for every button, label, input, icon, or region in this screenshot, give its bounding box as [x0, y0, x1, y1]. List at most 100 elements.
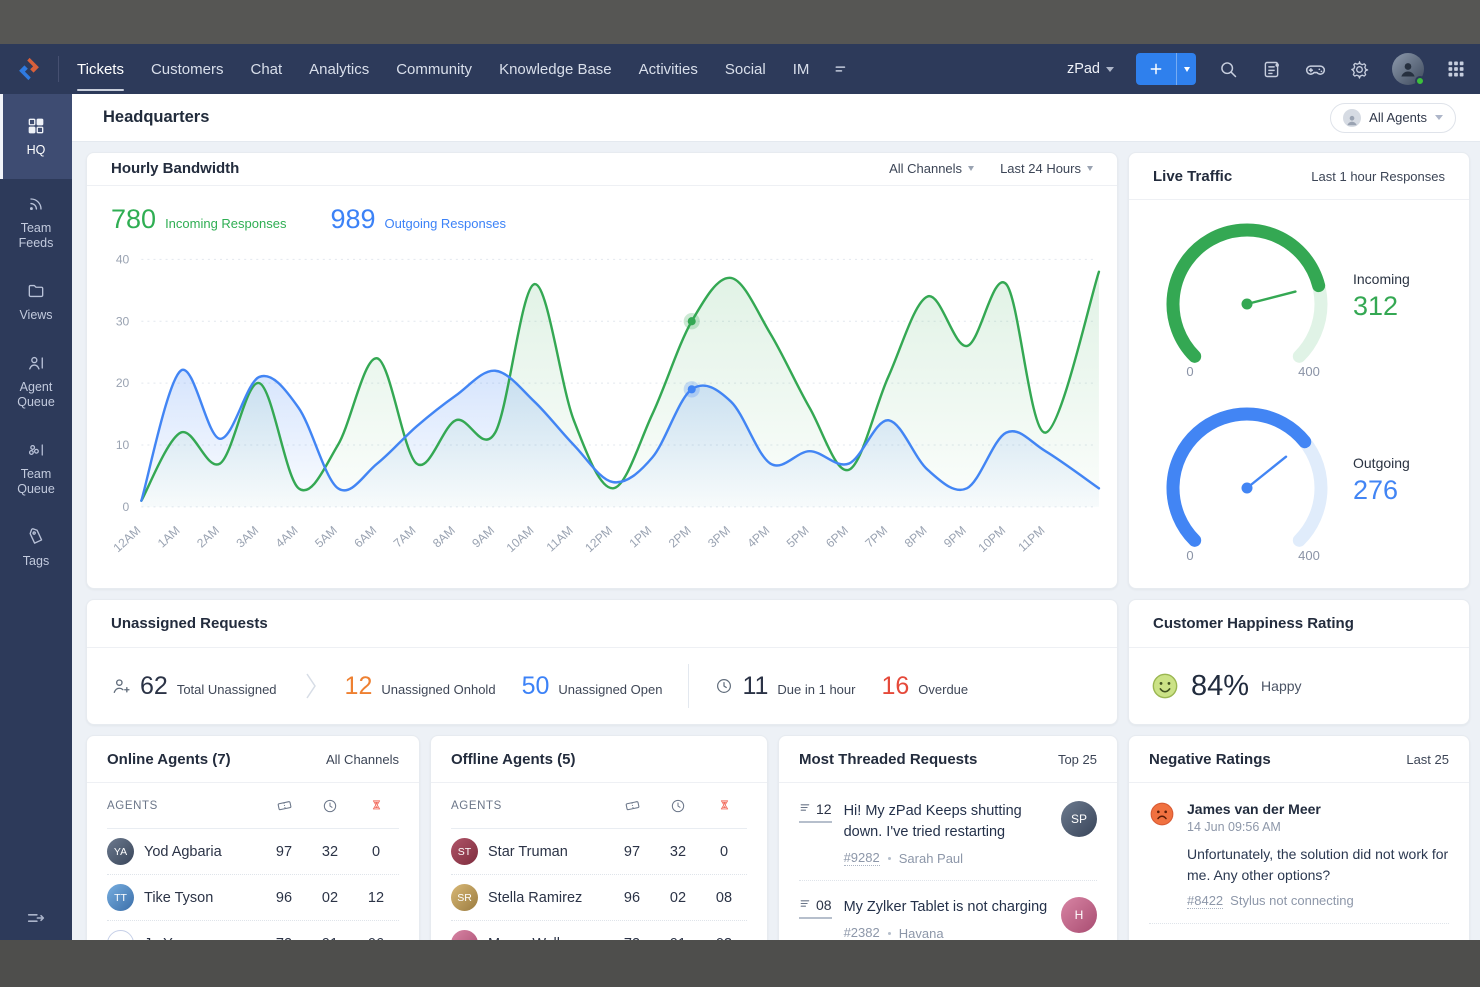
nav-tab-activities[interactable]: Activities [639, 44, 698, 94]
bandwidth-title: Hourly Bandwidth [111, 160, 239, 177]
agent-row[interactable]: STStar Truman 97 32 0 [451, 829, 747, 875]
gamepad-icon[interactable] [1304, 58, 1327, 81]
total-unassigned-stat[interactable]: 62 Total Unassigned [111, 672, 277, 701]
nav-tab-customers[interactable]: Customers [151, 44, 224, 94]
sidebar-item-team-feeds[interactable]: Team Feeds [0, 179, 72, 266]
page-header: Headquarters All Agents [72, 94, 1480, 142]
workspace-dropdown[interactable]: zPad [1067, 61, 1114, 77]
rating-timestamp: 14 Jun 09:56 AM [1187, 820, 1449, 834]
time-column-icon [307, 798, 353, 814]
agent-name: Star Truman [488, 844, 568, 860]
svg-text:1AM: 1AM [155, 523, 183, 550]
happiness-title: Customer Happiness Rating [1153, 615, 1354, 632]
contact-avatar: SP [1061, 801, 1097, 837]
sidebar-item-label: Views [19, 308, 52, 324]
nav-tab-analytics[interactable]: Analytics [309, 44, 369, 94]
add-new-button[interactable] [1136, 53, 1196, 85]
sidebar-collapse-toggle[interactable] [0, 907, 72, 929]
unassigned-onhold-stat[interactable]: 12 Unassigned Onhold [345, 672, 496, 701]
agents-table-header: AGENTS [107, 783, 399, 829]
unassigned-open-stat[interactable]: 50 Unassigned Open [522, 672, 663, 701]
happiness-label: Happy [1261, 678, 1301, 694]
overdue-value: 16 [881, 672, 909, 701]
svg-text:6AM: 6AM [351, 523, 379, 550]
apps-grid-icon[interactable] [1446, 59, 1466, 79]
agent-time: 02 [655, 890, 701, 906]
thread-count-badge: 12 [799, 801, 832, 823]
nav-tab-tickets[interactable]: Tickets [77, 44, 124, 94]
contacts-book-icon[interactable] [1261, 59, 1282, 80]
user-avatar[interactable] [1392, 53, 1424, 85]
sidebar-item-team-queue[interactable]: Team Queue [0, 425, 72, 512]
dashboard-content: Hourly Bandwidth All Channels Last 24 Ho… [72, 142, 1480, 987]
sidebar-item-label: Agent Queue [2, 380, 70, 411]
negative-rating-item[interactable]: James van der Meer 14 Jun 09:56 AM Unfor… [1149, 785, 1449, 924]
agent-tickets: 96 [609, 890, 655, 906]
channels-filter-dropdown[interactable]: All Channels [889, 161, 974, 176]
live-traffic-title: Live Traffic [1153, 168, 1232, 185]
agents-column-header: AGENTS [107, 800, 261, 812]
sidebar-item-agent-queue[interactable]: Agent Queue [0, 338, 72, 425]
agents-table-header: AGENTS [451, 783, 747, 829]
agent-row[interactable]: SRStella Ramirez 96 02 08 [451, 875, 747, 921]
outgoing-gauge-value: 276 [1353, 475, 1410, 506]
agent-avatar: SR [451, 884, 478, 911]
nav-tab-im[interactable]: IM [793, 44, 810, 94]
agent-avatar: TT [107, 884, 134, 911]
sidebar-item-hq[interactable]: HQ [0, 94, 72, 179]
onhold-label: Unassigned Onhold [381, 682, 495, 697]
settings-gear-icon[interactable] [1349, 59, 1370, 80]
thread-ticket-id[interactable]: #2382 [844, 925, 880, 941]
rating-ticket-id[interactable]: #8422 [1187, 893, 1223, 909]
zoho-desk-logo[interactable] [0, 55, 58, 83]
threads-top25-filter[interactable]: Top 25 [1058, 752, 1097, 767]
all-agents-label: All Agents [1369, 110, 1427, 125]
search-icon[interactable] [1218, 59, 1239, 80]
due-label: Due in 1 hour [777, 682, 855, 697]
contact-avatar: H [1061, 897, 1097, 933]
thread-ticket-id[interactable]: #9282 [844, 850, 880, 866]
overdue-column-hourglass-icon [701, 798, 747, 813]
outgoing-total-label: Outgoing Responses [385, 216, 506, 231]
agent-row[interactable]: TTTike Tyson 96 02 12 [107, 875, 399, 921]
outgoing-total-value: 989 [330, 204, 375, 235]
overdue-stat[interactable]: 16 Overdue [881, 672, 968, 701]
add-options-caret[interactable] [1176, 53, 1196, 85]
plus-icon[interactable] [1136, 53, 1176, 85]
chevron-down-icon [968, 166, 974, 171]
negative-last25-filter[interactable]: Last 25 [1406, 752, 1449, 767]
agent-time: 32 [655, 844, 701, 860]
svg-text:7AM: 7AM [391, 523, 419, 550]
svg-text:10AM: 10AM [504, 523, 537, 555]
top-navbar: Tickets Customers Chat Analytics Communi… [0, 44, 1480, 94]
svg-text:3AM: 3AM [234, 523, 262, 550]
agent-row[interactable]: YAYod Agbaria 97 32 0 [107, 829, 399, 875]
due-value: 11 [742, 672, 768, 701]
svg-text:3PM: 3PM [705, 523, 733, 550]
nav-tab-social[interactable]: Social [725, 44, 766, 94]
all-agents-dropdown[interactable]: All Agents [1330, 103, 1456, 133]
online-agents-channel-filter[interactable]: All Channels [326, 752, 399, 767]
nav-tab-knowledge-base[interactable]: Knowledge Base [499, 44, 612, 94]
chevron-separator-icon [303, 671, 319, 701]
nav-tab-community[interactable]: Community [396, 44, 472, 94]
thread-item[interactable]: 12 Hi! My zPad Keeps shutting down. I've… [799, 785, 1097, 881]
vertical-divider [688, 664, 689, 708]
sidebar-item-tags[interactable]: Tags [0, 512, 72, 584]
screen-letterbox-top [0, 0, 1480, 44]
nav-tab-chat[interactable]: Chat [250, 44, 282, 94]
svg-text:40: 40 [116, 252, 130, 266]
thread-subject: Hi! My zPad Keeps shutting down. I've tr… [844, 801, 1049, 843]
overdue-label: Overdue [918, 682, 968, 697]
svg-text:5AM: 5AM [312, 523, 340, 550]
brand-divider [58, 56, 59, 82]
time-range-dropdown[interactable]: Last 24 Hours [1000, 161, 1093, 176]
nav-more-tabs-icon[interactable] [831, 60, 849, 78]
svg-text:10PM: 10PM [975, 523, 1008, 555]
customer-happiness-card: Customer Happiness Rating 84% Happy [1128, 599, 1470, 725]
nav-tabs: Tickets Customers Chat Analytics Communi… [77, 44, 809, 94]
incoming-gauge-label: Incoming [1353, 271, 1410, 287]
sidebar-item-views[interactable]: Views [0, 266, 72, 338]
incoming-total-stat: 780 Incoming Responses [111, 204, 286, 235]
due-in-1-hour-stat[interactable]: 11 Due in 1 hour [715, 672, 855, 701]
